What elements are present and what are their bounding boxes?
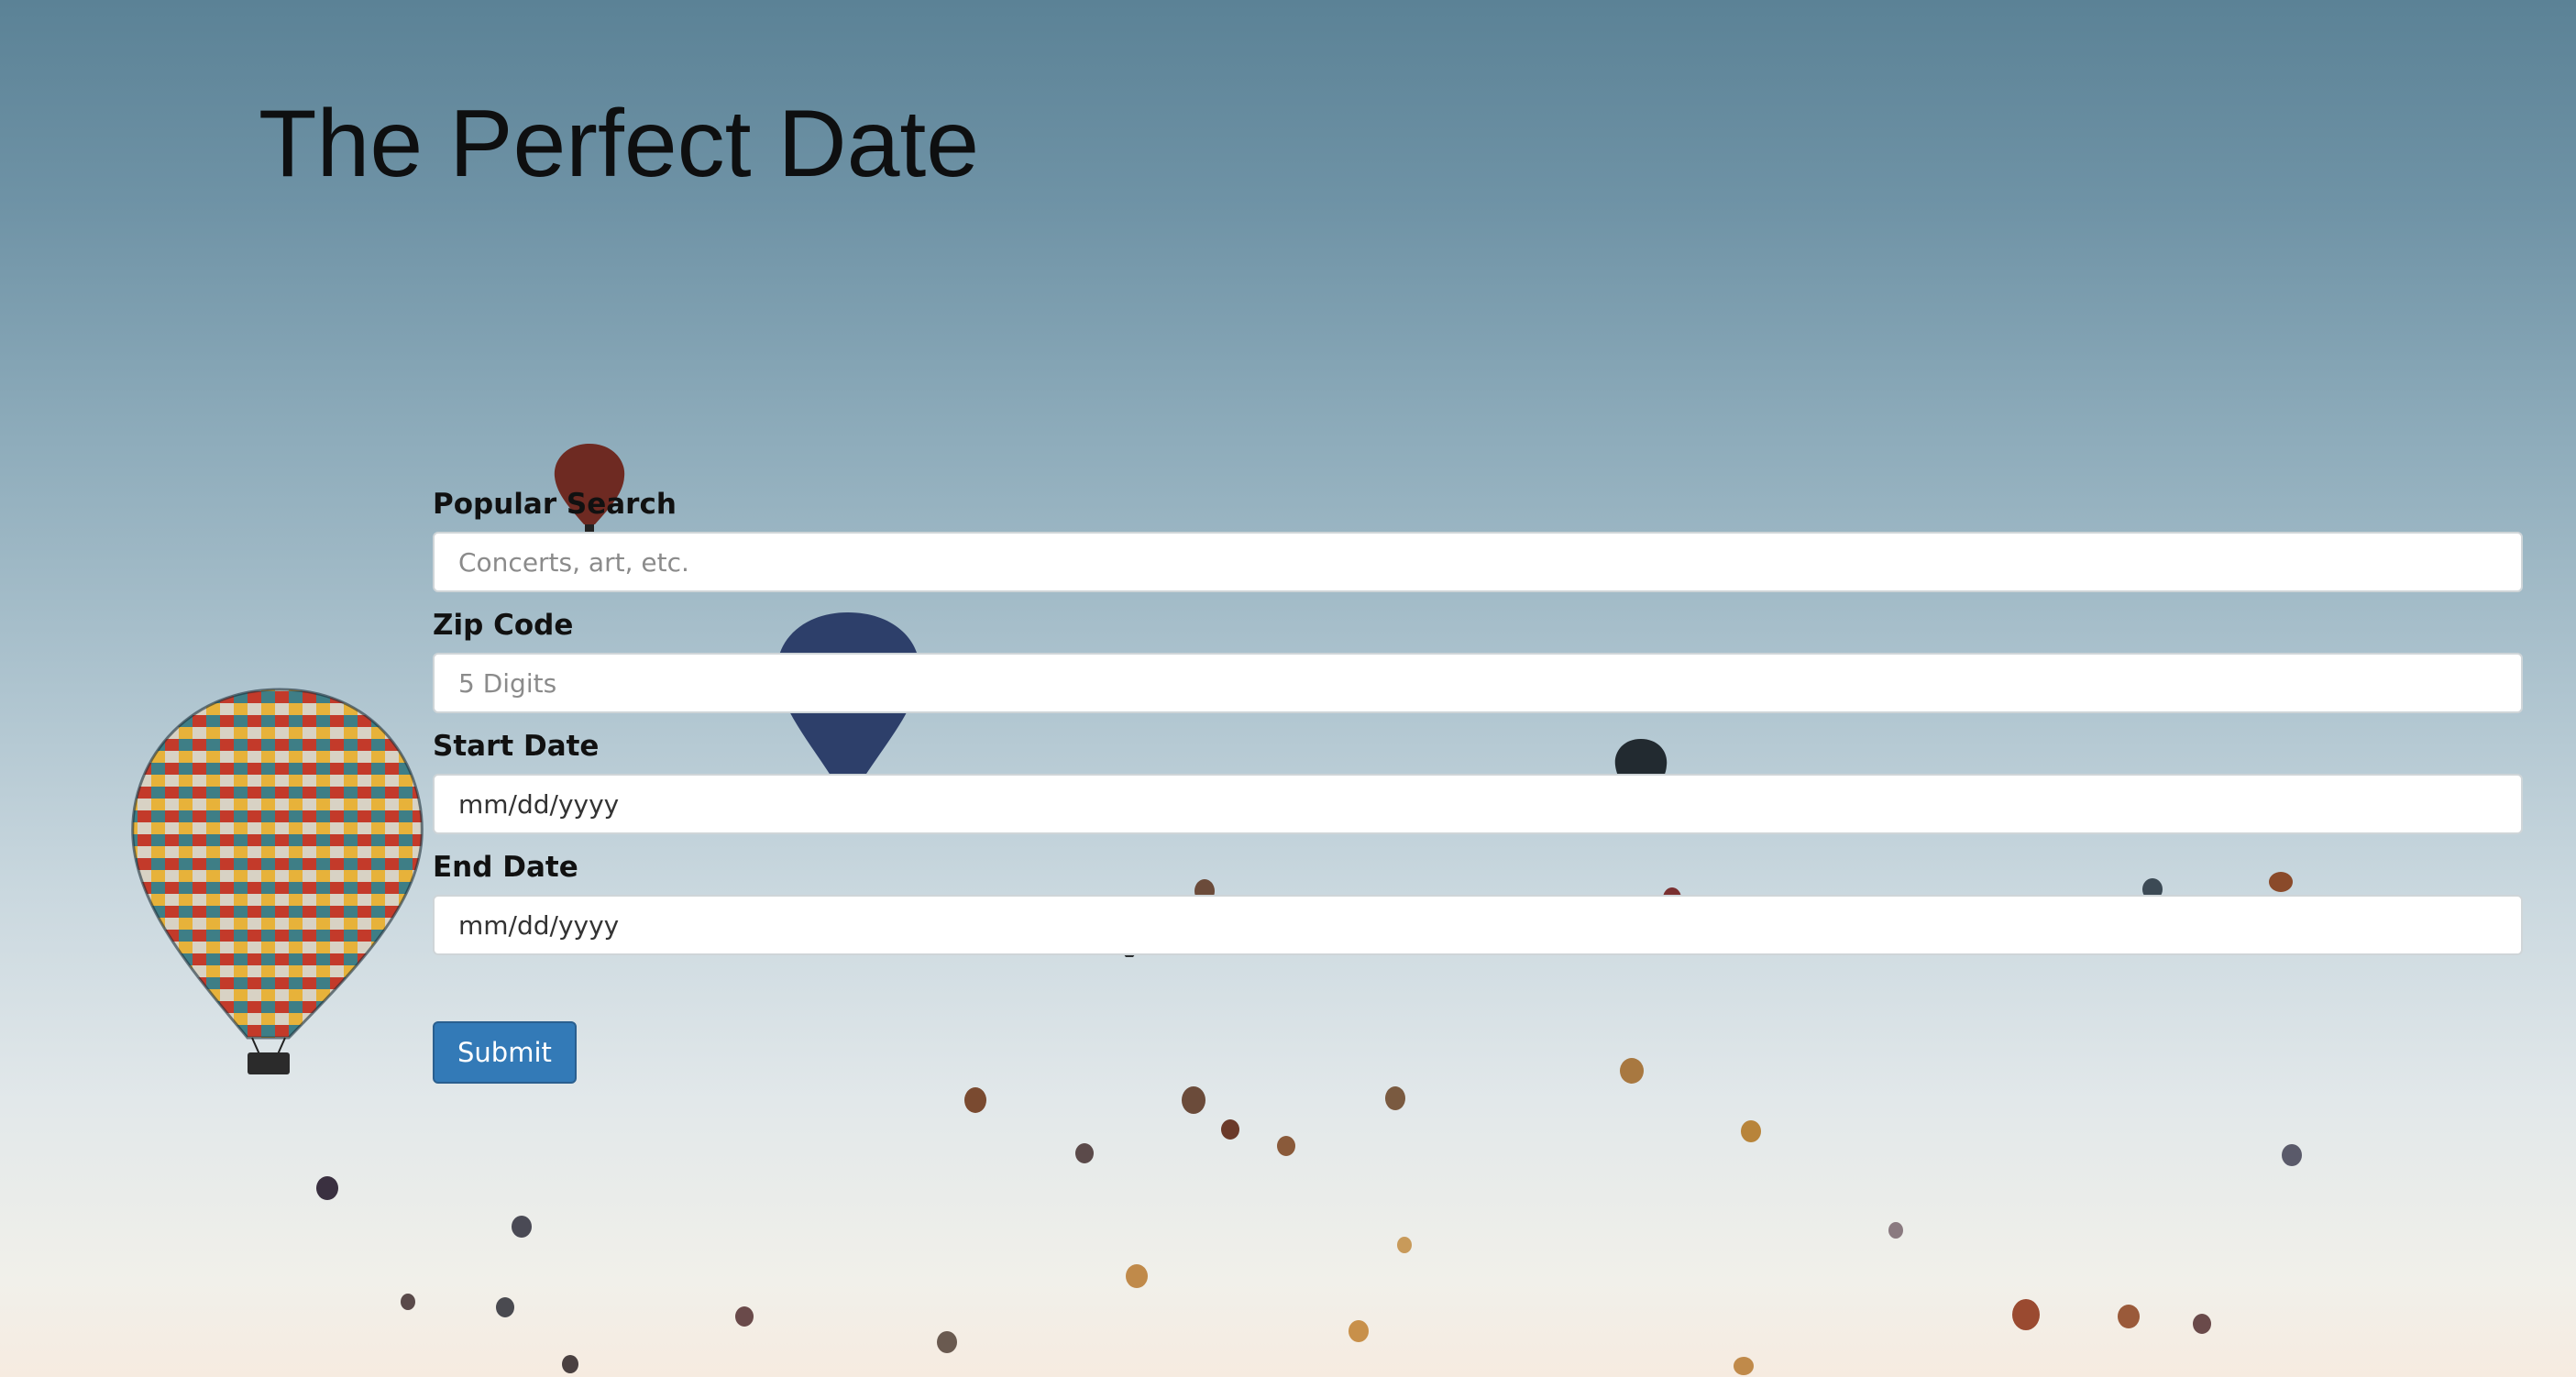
page-title: The Perfect Date	[259, 91, 980, 197]
zip-code-field: Zip Code	[433, 607, 2523, 713]
start-date-field: Start Date mm/dd/yyyy	[433, 728, 2523, 834]
large-balloon-icon	[131, 688, 424, 1074]
event-search-form: Popular Search Zip Code Start Date mm/dd…	[433, 486, 2523, 1084]
start-date-label: Start Date	[433, 730, 600, 763]
end-date-input[interactable]: mm/dd/yyyy	[433, 895, 2523, 955]
submit-button[interactable]: Submit	[433, 1021, 577, 1084]
popular-search-input[interactable]	[433, 532, 2523, 592]
start-date-input[interactable]: mm/dd/yyyy	[433, 774, 2523, 834]
end-date-value: mm/dd/yyyy	[458, 909, 620, 941]
end-date-field: End Date mm/dd/yyyy	[433, 849, 2523, 955]
zip-code-label: Zip Code	[433, 609, 574, 642]
popular-search-field: Popular Search	[433, 486, 2523, 592]
zip-code-input[interactable]	[433, 653, 2523, 713]
end-date-label: End Date	[433, 851, 578, 884]
popular-search-label: Popular Search	[433, 488, 677, 521]
start-date-value: mm/dd/yyyy	[458, 788, 620, 820]
